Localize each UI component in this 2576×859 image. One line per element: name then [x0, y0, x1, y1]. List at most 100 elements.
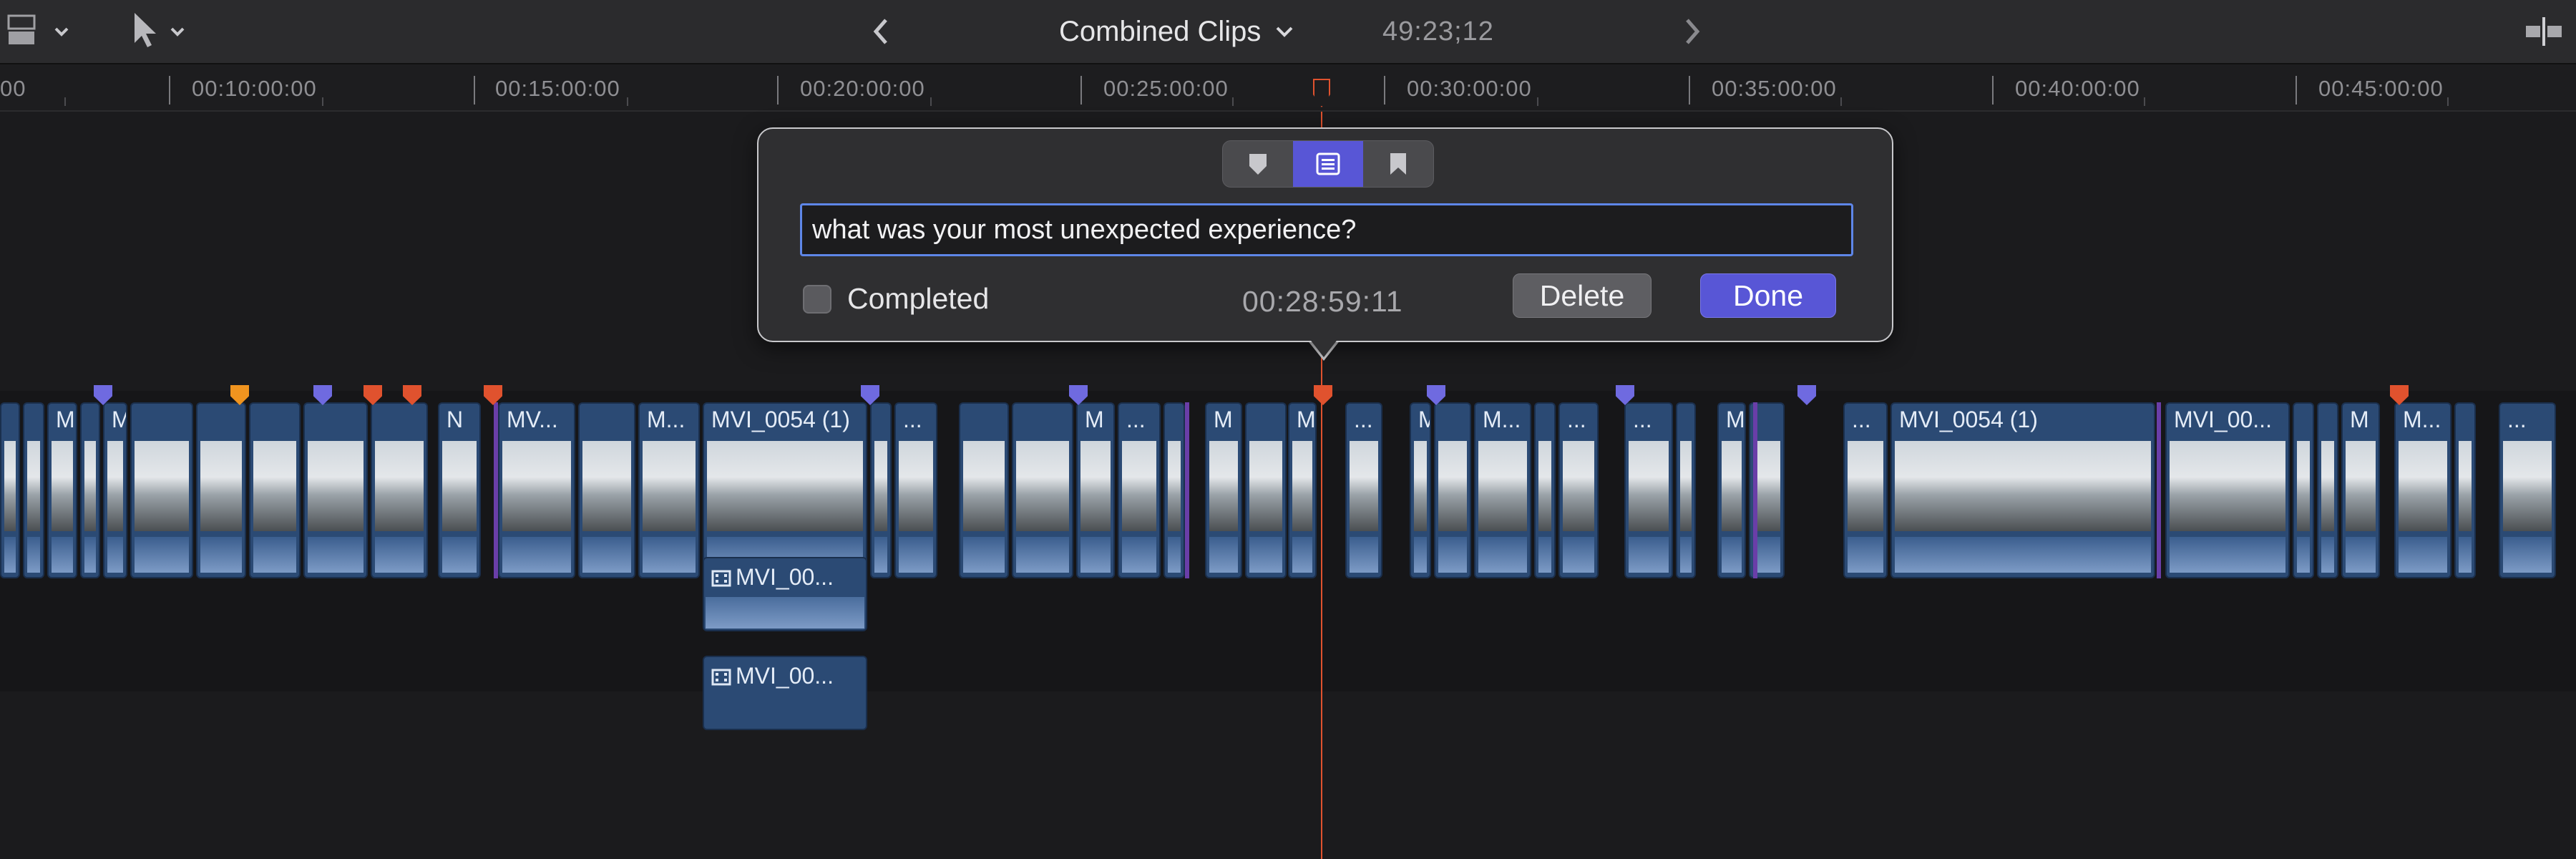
timeline-clip[interactable]: [196, 402, 246, 578]
timeline-clip[interactable]: [2317, 402, 2338, 578]
clip-divider: [1185, 402, 1189, 578]
ruler-label: 00:35:00:00: [1712, 76, 1837, 101]
ruler-label: 00:10:00:00: [192, 76, 317, 101]
inspector-toggle-button[interactable]: [2524, 10, 2567, 53]
clip-name: ...: [1126, 407, 1146, 432]
done-button[interactable]: Done: [1700, 273, 1836, 318]
chapter-marker-tab[interactable]: [1363, 141, 1433, 187]
timeline-clip[interactable]: M: [1076, 402, 1115, 578]
marker-name-input[interactable]: [800, 203, 1853, 256]
timeline-ruler[interactable]: 00 00:10:00:00 00:15:00:00 00:20:00:00 0…: [0, 64, 2576, 112]
connected-clip[interactable]: MVI_00...: [703, 557, 867, 631]
timeline-clip[interactable]: ...: [1558, 402, 1599, 578]
next-history-button[interactable]: [1679, 10, 1707, 53]
marker-icon: [1249, 154, 1267, 175]
ruler-tick: [2447, 97, 2449, 106]
timeline-clip[interactable]: [578, 402, 635, 578]
layout-icon: [7, 14, 69, 44]
timeline-clip[interactable]: M: [1288, 402, 1317, 578]
ruler-label: 00:25:00:00: [1103, 76, 1229, 101]
timeline-clip[interactable]: M...: [2394, 402, 2451, 578]
ruler-tick: [1537, 97, 1538, 106]
chevron-right-icon: [1686, 19, 1700, 44]
clip-name: M: [1418, 407, 1430, 433]
timeline-clip[interactable]: ...: [1118, 402, 1161, 578]
todo-list-icon: [1316, 152, 1340, 175]
timeline-clip[interactable]: [870, 402, 892, 578]
completed-checkbox[interactable]: [803, 284, 831, 314]
clip-name: ...: [1567, 407, 1586, 432]
completed-checkbox-row[interactable]: Completed: [803, 282, 989, 316]
clip-name: N: [447, 407, 464, 432]
clip-divider: [494, 402, 498, 578]
clip-name: M...: [1483, 407, 1521, 432]
previous-history-button[interactable]: [867, 10, 896, 53]
ruler-label: 00:15:00:00: [495, 76, 620, 101]
ruler-tick: [627, 97, 628, 106]
timeline-clip[interactable]: M: [47, 402, 77, 578]
timeline-clip[interactable]: ...: [1345, 402, 1382, 578]
timeline-clip[interactable]: MVI_0054 (1): [703, 402, 867, 578]
ruler-tick: [64, 97, 66, 106]
timeline-clip[interactable]: [1163, 402, 1185, 578]
ruler-tick: [1689, 76, 1690, 105]
project-duration: 49:23;12: [1382, 16, 1494, 47]
timeline-clip[interactable]: M: [1717, 402, 1746, 578]
timeline-clip[interactable]: MVI_00...: [2165, 402, 2290, 578]
timeline-clip[interactable]: MVI_0054 (1): [1890, 402, 2155, 578]
clip-name: ...: [2507, 407, 2527, 432]
connected-clip[interactable]: MVI_00...: [703, 656, 867, 730]
timeline-clip[interactable]: [1676, 402, 1696, 578]
ruler-label: 00:45:00:00: [2318, 76, 2444, 101]
film-icon: [711, 669, 731, 686]
ruler-tick: [930, 97, 932, 106]
ruler-tick: [1840, 97, 1842, 106]
timeline-clip[interactable]: [1012, 402, 1073, 578]
connected-clip-name: MVI_00...: [736, 564, 834, 590]
standard-marker-tab[interactable]: [1223, 141, 1293, 187]
timeline-clip[interactable]: [80, 402, 100, 578]
timeline-clip[interactable]: M: [2341, 402, 2380, 578]
timeline-clip[interactable]: [1534, 402, 1556, 578]
timeline-clip[interactable]: N: [438, 402, 481, 578]
timeline-clip[interactable]: ...: [1843, 402, 1888, 578]
timeline-clip[interactable]: [371, 402, 428, 578]
clip-name: ...: [903, 407, 922, 432]
timeline-clip[interactable]: [23, 402, 44, 578]
ruler-tick: [2296, 76, 2297, 105]
timeline-clip[interactable]: M...: [1474, 402, 1531, 578]
timeline-clip[interactable]: ...: [894, 402, 937, 578]
clip-name: M...: [647, 407, 686, 432]
timeline-clip[interactable]: [1245, 402, 1287, 578]
delete-button[interactable]: Delete: [1513, 273, 1652, 318]
tool-menu-button[interactable]: [127, 10, 199, 53]
clip-name: MVI_0054 (1): [1899, 407, 2038, 432]
clip-name: MVI_0054 (1): [711, 407, 850, 432]
timeline-clip[interactable]: [0, 402, 20, 578]
timeline-clip[interactable]: ...: [2499, 402, 2556, 578]
timeline-clip[interactable]: M...: [638, 402, 700, 578]
clip-name: M: [56, 407, 75, 432]
todo-marker-tab[interactable]: [1293, 141, 1363, 187]
project-title-menu[interactable]: Combined Clips: [1059, 0, 1295, 63]
timeline-clip[interactable]: M: [103, 402, 127, 578]
timeline-clip[interactable]: [249, 402, 301, 578]
clip-name: M: [1297, 407, 1316, 432]
timeline-clip[interactable]: [303, 402, 368, 578]
timeline-clip[interactable]: [959, 402, 1009, 578]
timeline-clip[interactable]: [1434, 402, 1471, 578]
timeline-clip[interactable]: [130, 402, 193, 578]
project-title: Combined Clips: [1059, 15, 1262, 47]
chevron-left-icon: [873, 19, 887, 44]
clip-name: M: [2350, 407, 2369, 432]
timeline-clip[interactable]: ...: [1624, 402, 1673, 578]
timeline-clip[interactable]: M: [1410, 402, 1431, 578]
clip-name: ...: [1852, 407, 1871, 432]
layout-menu-button[interactable]: [6, 10, 77, 53]
timeline-clip[interactable]: MV...: [498, 402, 575, 578]
timeline-clip[interactable]: [2293, 402, 2314, 578]
timeline-clip[interactable]: [2454, 402, 2476, 578]
timeline-clip[interactable]: M: [1205, 402, 1242, 578]
connected-clip-name: MVI_00...: [736, 663, 834, 689]
marker-popover: Completed 00:28:59:11 Delete Done: [757, 127, 1893, 342]
